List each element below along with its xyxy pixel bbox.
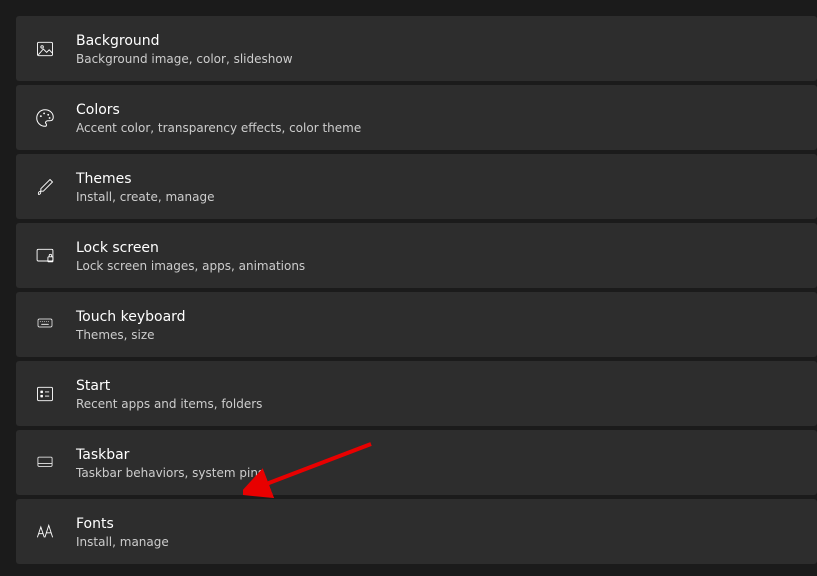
setting-row-text: Taskbar Taskbar behaviors, system pins [76,446,264,481]
paintbrush-icon [32,174,58,200]
setting-row-text: Themes Install, create, manage [76,170,214,205]
setting-title: Colors [76,101,361,119]
palette-icon [32,105,58,131]
setting-row-text: Start Recent apps and items, folders [76,377,262,412]
setting-title: Fonts [76,515,169,533]
personalization-settings-list: Background Background image, color, slid… [0,0,817,564]
setting-row-colors[interactable]: Colors Accent color, transparency effect… [16,85,817,150]
setting-row-text: Fonts Install, manage [76,515,169,550]
setting-row-text: Lock screen Lock screen images, apps, an… [76,239,305,274]
fonts-icon [32,519,58,545]
taskbar-icon [32,450,58,476]
setting-row-touch-keyboard[interactable]: Touch keyboard Themes, size [16,292,817,357]
setting-subtitle: Recent apps and items, folders [76,396,262,412]
setting-row-start[interactable]: Start Recent apps and items, folders [16,361,817,426]
lock-screen-icon [32,243,58,269]
setting-row-taskbar[interactable]: Taskbar Taskbar behaviors, system pins [16,430,817,495]
setting-subtitle: Lock screen images, apps, animations [76,258,305,274]
keyboard-icon [32,312,58,338]
setting-row-themes[interactable]: Themes Install, create, manage [16,154,817,219]
setting-title: Touch keyboard [76,308,186,326]
setting-subtitle: Themes, size [76,327,186,343]
setting-row-text: Background Background image, color, slid… [76,32,293,67]
setting-subtitle: Accent color, transparency effects, colo… [76,120,361,136]
setting-row-background[interactable]: Background Background image, color, slid… [16,16,817,81]
setting-row-fonts[interactable]: Fonts Install, manage [16,499,817,564]
setting-subtitle: Taskbar behaviors, system pins [76,465,264,481]
setting-title: Background [76,32,293,50]
start-icon [32,381,58,407]
setting-row-text: Colors Accent color, transparency effect… [76,101,361,136]
setting-title: Taskbar [76,446,264,464]
setting-subtitle: Install, create, manage [76,189,214,205]
setting-subtitle: Background image, color, slideshow [76,51,293,67]
setting-row-text: Touch keyboard Themes, size [76,308,186,343]
image-icon [32,36,58,62]
setting-subtitle: Install, manage [76,534,169,550]
setting-title: Lock screen [76,239,305,257]
setting-row-lock-screen[interactable]: Lock screen Lock screen images, apps, an… [16,223,817,288]
setting-title: Themes [76,170,214,188]
setting-title: Start [76,377,262,395]
